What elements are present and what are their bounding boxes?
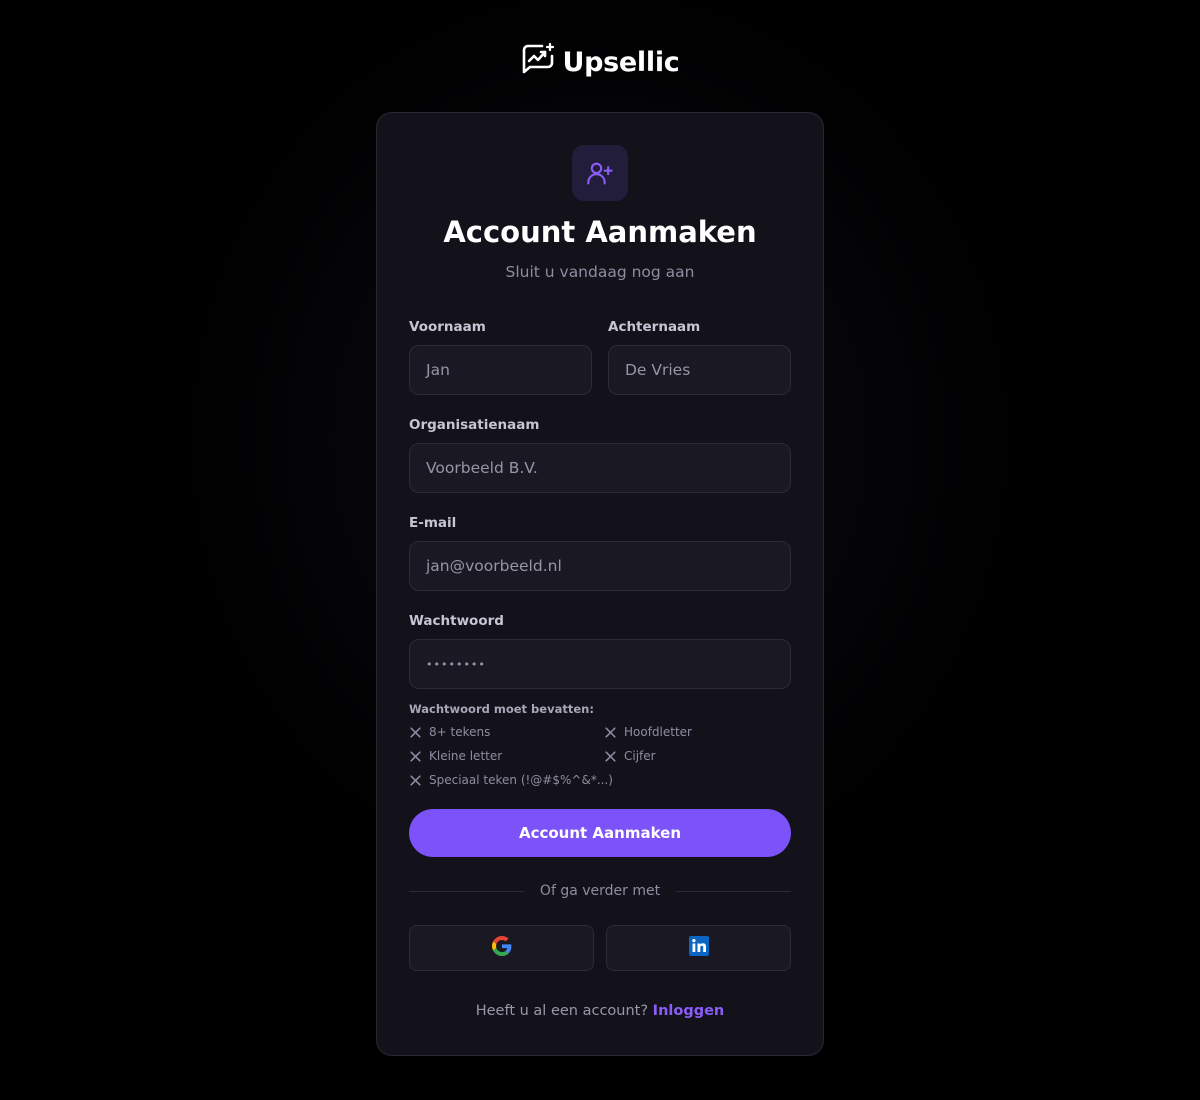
login-prompt: Heeft u al een account? Inloggen bbox=[377, 1003, 823, 1019]
requirement-uppercase: Hoofdletter bbox=[604, 725, 692, 739]
last-name-label: Achternaam bbox=[608, 319, 701, 335]
x-icon bbox=[409, 774, 422, 787]
divider: Of ga verder met bbox=[409, 881, 792, 901]
login-prompt-text: Heeft u al een account? bbox=[475, 1003, 649, 1019]
page-title: Account Aanmaken bbox=[443, 215, 757, 249]
first-name-field[interactable]: Jan bbox=[409, 345, 592, 395]
brand-logo: Upsellic bbox=[0, 42, 1200, 82]
linkedin-login-button[interactable] bbox=[606, 925, 791, 971]
first-name-label: Voornaam bbox=[409, 319, 486, 335]
google-icon bbox=[491, 936, 512, 960]
requirement-length: 8+ tekens bbox=[409, 725, 490, 739]
email-field[interactable]: jan@voorbeeld.nl bbox=[409, 541, 791, 591]
x-icon bbox=[604, 750, 617, 763]
organisation-field[interactable]: Voorbeeld B.V. bbox=[409, 443, 791, 493]
divider-line bbox=[409, 890, 524, 892]
email-label: E-mail bbox=[409, 515, 457, 531]
create-account-button[interactable]: Account Aanmaken bbox=[409, 809, 791, 857]
page-subtitle: Sluit u vandaag nog aan bbox=[505, 263, 695, 281]
x-icon bbox=[409, 726, 422, 739]
divider-line bbox=[676, 890, 792, 892]
login-link[interactable]: Inloggen bbox=[653, 1003, 725, 1019]
linkedin-icon bbox=[688, 936, 709, 960]
requirement-lowercase: Kleine letter bbox=[409, 749, 502, 763]
divider-text: Of ga verder met bbox=[539, 883, 661, 899]
organisation-label: Organisatienaam bbox=[409, 417, 540, 433]
x-icon bbox=[604, 726, 617, 739]
brand-name: Upsellic bbox=[562, 46, 680, 78]
last-name-field[interactable]: De Vries bbox=[608, 345, 791, 395]
google-login-button[interactable] bbox=[409, 925, 594, 971]
signup-card: Account Aanmaken Sluit u vandaag nog aan… bbox=[376, 112, 824, 1056]
user-plus-icon bbox=[572, 145, 628, 201]
password-field[interactable]: •••••••• bbox=[409, 639, 791, 689]
x-icon bbox=[409, 750, 422, 763]
requirement-digit: Cijfer bbox=[604, 749, 656, 763]
requirement-special: Speciaal teken (!@#$%^&*...) bbox=[409, 773, 613, 787]
chart-chat-logo-icon bbox=[520, 42, 556, 82]
password-label: Wachtwoord bbox=[409, 613, 504, 629]
password-requirements-title: Wachtwoord moet bevatten: bbox=[409, 702, 594, 716]
